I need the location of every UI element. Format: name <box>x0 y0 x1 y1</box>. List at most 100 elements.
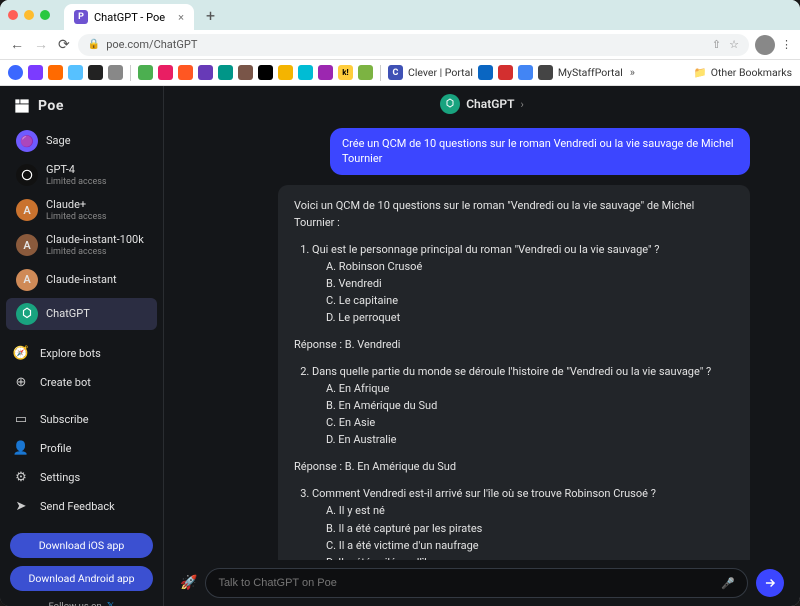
send-icon: ➤ <box>12 499 30 514</box>
ext-icon[interactable] <box>218 65 233 80</box>
lock-icon: 🔒 <box>88 39 100 50</box>
clever-icon[interactable]: C <box>388 65 403 80</box>
bot-sublabel: Limited access <box>46 247 144 257</box>
send-button[interactable] <box>756 569 784 597</box>
address-bar[interactable]: 🔒 poe.com/ChatGPT ⇧ ☆ <box>78 34 749 56</box>
reload-button[interactable]: ⟳ <box>56 37 72 53</box>
ext-icon[interactable] <box>358 65 373 80</box>
sidebar-subscribe[interactable]: ▭ Subscribe <box>0 405 163 434</box>
card-icon: ▭ <box>12 412 30 427</box>
sidebar-bot-claude-instant[interactable]: A Claude-instant <box>6 264 157 296</box>
share-icon[interactable]: ⇧ <box>712 38 721 51</box>
sidebar-link-label: Explore bots <box>40 347 101 360</box>
bot-avatar: A <box>16 269 38 291</box>
forward-button[interactable]: → <box>32 36 50 53</box>
folder-icon: 📁 <box>694 66 707 79</box>
chat-scroll[interactable]: Crée un QCM de 10 questions sur le roman… <box>164 122 800 560</box>
rocket-icon[interactable]: 🚀 <box>180 575 197 591</box>
bot-name: ChatGPT <box>46 308 90 321</box>
bot-name: Claude-instant-100k <box>46 234 144 247</box>
ext-icon[interactable] <box>198 65 213 80</box>
ext-icon[interactable] <box>318 65 333 80</box>
ext-icon[interactable] <box>298 65 313 80</box>
twitter-icon[interactable]: 𝕏 <box>107 601 115 606</box>
ext-icon[interactable] <box>238 65 253 80</box>
question-text: Comment Vendredi est-il arrivé sur l'île… <box>312 487 656 500</box>
browser-tab[interactable]: P ChatGPT - Poe × <box>64 4 194 30</box>
browser-menu-icon[interactable]: ⋮ <box>781 38 792 51</box>
ext-icon[interactable] <box>258 65 273 80</box>
other-bookmarks-label: Other Bookmarks <box>711 66 792 79</box>
sidebar-explore[interactable]: 🧭 Explore bots <box>0 339 163 368</box>
ext-icon[interactable] <box>478 65 493 80</box>
question-text: Qui est le personnage principal du roman… <box>312 243 659 256</box>
new-tab-button[interactable]: + <box>200 6 221 25</box>
chat-text-field[interactable] <box>218 577 713 589</box>
tab-close-icon[interactable]: × <box>178 11 184 24</box>
chat-header[interactable]: ChatGPT › <box>164 86 800 122</box>
sidebar-link-label: Subscribe <box>40 413 89 426</box>
profile-avatar[interactable] <box>755 35 775 55</box>
sidebar-feedback[interactable]: ➤Send Feedback <box>0 492 163 521</box>
chat-input[interactable]: 🎤 <box>205 568 748 598</box>
follow-label: Follow us on <box>49 601 102 606</box>
bot-avatar: A <box>16 234 38 256</box>
close-window-icon[interactable] <box>8 10 18 20</box>
brand-row[interactable]: Poe <box>0 92 163 124</box>
ext-icon[interactable] <box>178 65 193 80</box>
bot-name: Claude-instant <box>46 274 117 287</box>
bookmarks-overflow[interactable]: » <box>630 66 635 79</box>
option: D. En Australie <box>326 431 734 448</box>
tab-favicon: P <box>74 10 88 24</box>
sidebar-bot-claude-plus[interactable]: A Claude+ Limited access <box>6 194 157 227</box>
answer: Réponse : B. Vendredi <box>294 336 734 353</box>
bookmark-mystaff[interactable]: MyStaffPortal <box>558 66 623 79</box>
bot-avatar <box>16 303 38 325</box>
ext-icon[interactable] <box>28 65 43 80</box>
ext-icon[interactable] <box>278 65 293 80</box>
gear-icon: ⚙ <box>12 470 30 485</box>
ext-icon[interactable] <box>88 65 103 80</box>
sidebar-bot-gpt4[interactable]: GPT-4 Limited access <box>6 159 157 192</box>
mystaff-icon[interactable] <box>538 65 553 80</box>
option: B. En Amérique du Sud <box>326 397 734 414</box>
ext-icon[interactable] <box>8 65 23 80</box>
ext-icon[interactable] <box>518 65 533 80</box>
sidebar-bot-chatgpt[interactable]: ChatGPT <box>6 298 157 330</box>
window-controls <box>8 10 50 20</box>
minimize-window-icon[interactable] <box>24 10 34 20</box>
other-bookmarks-folder[interactable]: 📁 Other Bookmarks <box>694 66 792 79</box>
ext-icon[interactable] <box>158 65 173 80</box>
download-android-button[interactable]: Download Android app <box>10 566 153 591</box>
bot-message: Voici un QCM de 10 questions sur le roma… <box>278 185 750 560</box>
sidebar-profile[interactable]: 👤Profile <box>0 434 163 463</box>
ext-icon[interactable] <box>138 65 153 80</box>
maximize-window-icon[interactable] <box>40 10 50 20</box>
option: B. Vendredi <box>326 275 734 292</box>
ext-icon[interactable] <box>48 65 63 80</box>
sidebar-bot-sage[interactable]: 🟣 Sage <box>6 125 157 157</box>
ext-icon[interactable] <box>68 65 83 80</box>
compass-icon: 🧭 <box>12 346 30 361</box>
sidebar-bot-claude-100k[interactable]: A Claude-instant-100k Limited access <box>6 229 157 262</box>
option: C. Le capitaine <box>326 292 734 309</box>
option: C. En Asie <box>326 414 734 431</box>
ext-icon[interactable] <box>498 65 513 80</box>
sidebar-link-label: Settings <box>40 471 80 484</box>
brand-name: Poe <box>38 98 64 114</box>
option: A. Il y est né <box>326 502 734 519</box>
ext-icon[interactable] <box>108 65 123 80</box>
back-button[interactable]: ← <box>8 36 26 53</box>
follow-row: Follow us on 𝕏 <box>0 595 163 606</box>
download-ios-button[interactable]: Download iOS app <box>10 533 153 558</box>
bookmark-separator <box>130 65 131 81</box>
option: D. Le perroquet <box>326 309 734 326</box>
ext-icon[interactable]: k! <box>338 65 353 80</box>
star-icon[interactable]: ☆ <box>729 38 739 51</box>
mic-icon[interactable]: 🎤 <box>721 577 735 590</box>
sidebar-create[interactable]: ⊕Create bot <box>0 368 163 397</box>
bookmark-separator <box>380 65 381 81</box>
bookmark-clever[interactable]: Clever | Portal <box>408 66 473 79</box>
tab-title: ChatGPT - Poe <box>94 11 165 24</box>
sidebar-settings[interactable]: ⚙ Settings <box>0 463 163 492</box>
